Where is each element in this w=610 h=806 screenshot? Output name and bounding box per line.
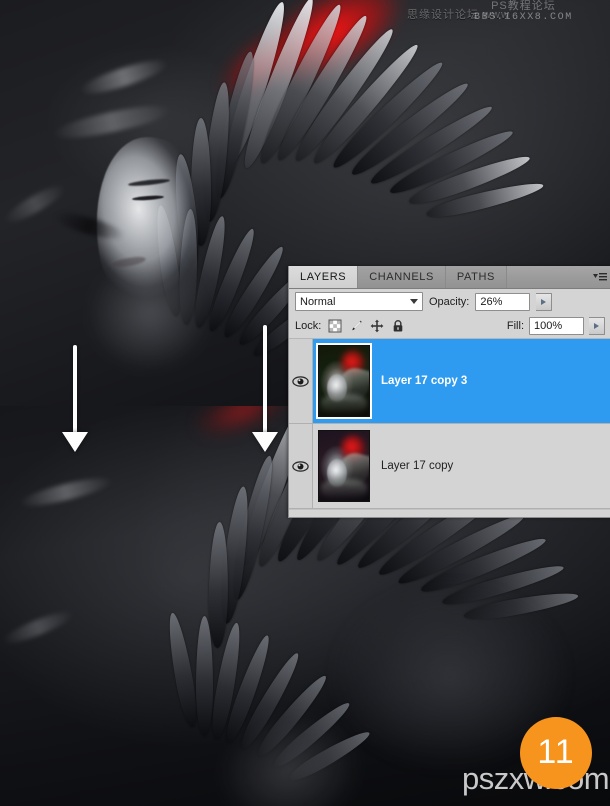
triangle-right-icon	[594, 323, 599, 329]
watermark-line-1: PS教程论坛	[491, 0, 556, 12]
blend-mode-row: Normal Opacity: 26%	[289, 289, 610, 314]
fill-slider-button[interactable]	[589, 317, 605, 335]
tab-paths[interactable]: PATHS	[445, 266, 507, 288]
watermark-line-2: BBS.16XX8.COM	[474, 12, 573, 23]
layer-thumbnail-cell[interactable]	[313, 430, 375, 502]
screenshot-root: 思缘设计论坛 www PS教程论坛 BBS.16XX8.COM LAYERS C…	[0, 0, 610, 806]
lock-position-icon[interactable]	[370, 319, 384, 333]
layer-thumbnail	[318, 345, 370, 417]
opacity-label: Opacity:	[429, 295, 470, 308]
layer-row[interactable]: Layer 17 copy	[289, 424, 610, 509]
layers-panel: LAYERS CHANNELS PATHS Normal Opacity: 26…	[288, 266, 610, 518]
panel-bottom-strip	[289, 509, 610, 516]
lock-label: Lock:	[295, 320, 322, 332]
panel-menu-icon[interactable]	[593, 271, 607, 283]
eye-icon	[292, 460, 309, 473]
layer-visibility-toggle[interactable]	[289, 424, 313, 508]
chevron-down-icon	[410, 299, 418, 304]
step-badge: 11	[520, 717, 592, 789]
step-number: 11	[537, 733, 575, 771]
layer-name[interactable]: Layer 17 copy 3	[375, 375, 467, 387]
triangle-right-icon	[541, 298, 547, 305]
lock-all-icon[interactable]	[391, 319, 405, 333]
fill-label: Fill:	[506, 320, 524, 332]
arrow-right	[252, 325, 278, 452]
layer-name[interactable]: Layer 17 copy	[375, 460, 453, 472]
layer-thumbnail-cell[interactable]	[313, 345, 375, 417]
lock-image-pixels-icon[interactable]	[349, 319, 363, 333]
layer-visibility-toggle[interactable]	[289, 339, 313, 423]
layer-row[interactable]: Layer 17 copy 3	[289, 339, 610, 424]
arrow-head-icon	[252, 432, 278, 452]
lock-row: Lock: Fill: 100%	[289, 314, 610, 339]
fill-input[interactable]: 100%	[529, 317, 584, 335]
arrow-left	[62, 345, 88, 452]
opacity-input[interactable]: 26%	[475, 292, 531, 311]
layer-list: Layer 17 copy 3 Layer 17 copy	[289, 339, 610, 516]
panel-tab-strip: LAYERS CHANNELS PATHS	[289, 266, 610, 289]
layer-thumbnail	[318, 430, 370, 502]
eye-icon	[292, 375, 309, 388]
tab-layers[interactable]: LAYERS	[289, 266, 359, 288]
fill-group: Fill: 100%	[507, 317, 605, 335]
opacity-slider-button[interactable]	[536, 292, 553, 311]
blend-mode-select[interactable]: Normal	[295, 292, 423, 311]
lock-transparent-pixels-icon[interactable]	[328, 319, 342, 333]
arrow-head-icon	[62, 432, 88, 452]
tab-channels[interactable]: CHANNELS	[358, 266, 446, 288]
forum-watermark-right: PS教程论坛 BBS.16XX8.COM	[474, 1, 573, 24]
blend-mode-value: Normal	[300, 295, 336, 308]
